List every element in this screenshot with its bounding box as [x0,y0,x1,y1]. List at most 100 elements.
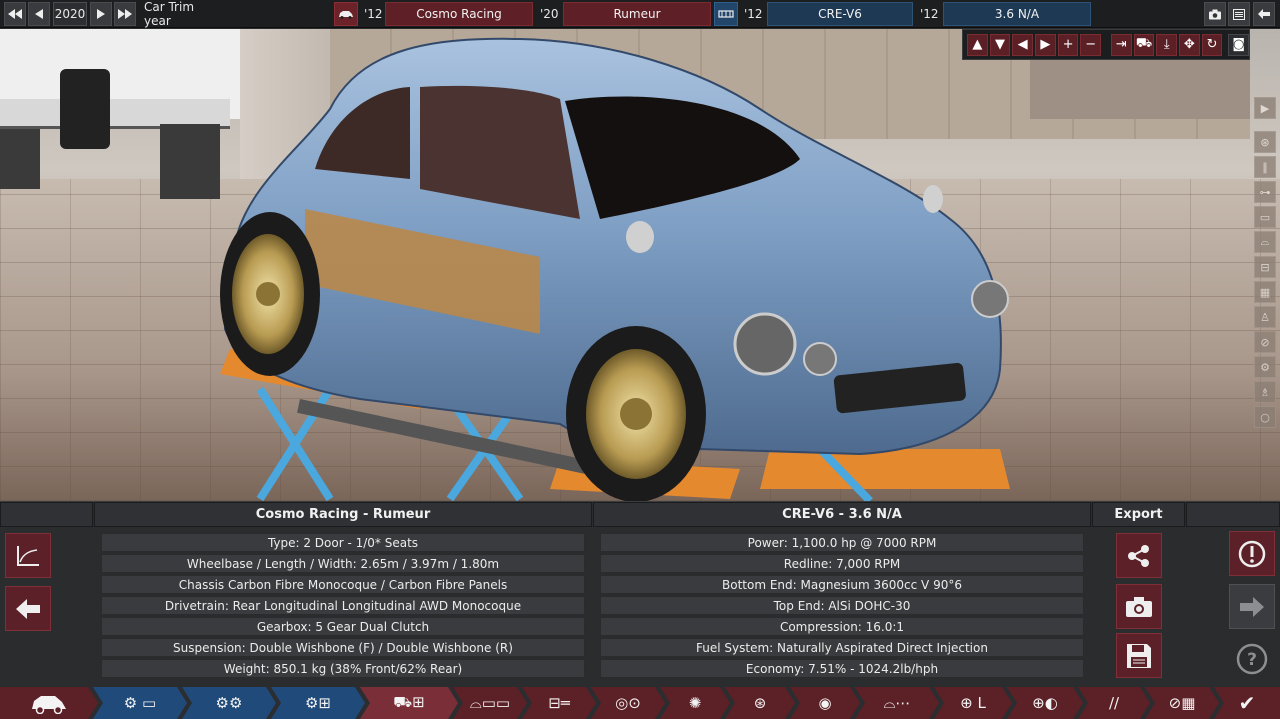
nav-engine-tune[interactable]: ⚙⊞ [271,687,365,719]
chassis-icon: ⊟═ [548,694,570,712]
no-entry-icon[interactable]: ⊘ [1254,331,1276,353]
nav-aero[interactable]: ⌓⋯ [855,687,939,719]
share-button[interactable] [1116,533,1162,578]
pistons-icon: ⚙⚙ [215,694,243,712]
trim-year: '20 [540,7,559,21]
car-icon[interactable] [334,2,358,26]
engine-spec-row: Fuel System: Naturally Aspirated Direct … [600,638,1084,657]
right-column-head [1186,502,1280,527]
arrow-left-icon[interactable]: ◀ [1012,33,1034,56]
top-bar: 2020 Car Trim year '12 Cosmo Racing '20 … [0,0,1280,28]
engine-block-icon[interactable]: ▦ [1254,281,1276,303]
nav-fixtures[interactable]: ◎⊙ [591,687,665,719]
car-spec-row: Wheelbase / Length / Width: 2.65m / 3.97… [101,554,585,573]
model-selector[interactable]: Rumeur [563,2,711,26]
nav-race[interactable]: ⊘▦ [1145,687,1219,719]
car-spec-row: Suspension: Double Wishbone (F) / Double… [101,638,585,657]
app-window: 2020 Car Trim year '12 Cosmo Racing '20 … [0,0,1280,719]
year-next-icon[interactable] [90,2,112,26]
car-view-icon[interactable]: ⛟ [1133,33,1155,56]
year-prev-icon[interactable] [28,2,50,26]
brake-disc-icon: ◉ [818,694,832,712]
skip-back-icon[interactable] [4,2,26,26]
reset-view-icon[interactable]: ↻ [1201,33,1223,56]
car-spec-row: Gearbox: 5 Gear Dual Clutch [101,617,585,636]
nav-interior[interactable]: ✺ [660,687,730,719]
skip-forward-icon[interactable] [114,2,136,26]
engine-variant-selector[interactable]: 3.6 N/A [943,2,1091,26]
engine-spec-row: Compression: 16.0:1 [600,617,1084,636]
frame-icon[interactable]: ⊟ [1254,256,1276,278]
svg-text:?: ? [1247,650,1257,670]
engine-icon[interactable] [714,2,738,26]
nav-suspension[interactable]: ∕∕ [1078,687,1150,719]
car-viewport[interactable] [0,29,1280,501]
gear-icon[interactable]: ⚙ [1254,356,1276,378]
brand-selector[interactable]: Cosmo Racing [385,2,533,26]
panel-icon[interactable]: ▭ [1254,206,1276,228]
menu-icon[interactable] [1228,2,1250,26]
nav-steering[interactable]: ⊕ L [934,687,1012,719]
engine-spec-row: Power: 1,100.0 hp @ 7000 RPM [600,533,1084,552]
nav-wheels[interactable]: ⊛ [725,687,795,719]
drop-down-icon[interactable]: ⤓ [1156,33,1178,56]
model-year: '12 [364,7,383,21]
save-button[interactable] [1116,633,1162,678]
zoom-in-icon[interactable]: + [1057,33,1079,56]
expand-icon[interactable]: ▶ [1254,97,1276,119]
share-icon [1128,544,1149,567]
zoom-out-icon[interactable]: − [1080,33,1102,56]
floppy-disk-icon [1127,643,1151,668]
year-value: 2020 [53,2,87,26]
arrow-right-icon [1240,596,1264,617]
rear-wheel [220,212,320,376]
arrow-right-icon[interactable]: ▶ [1035,33,1056,56]
side-toolbar: ▶ ⊛ ∥ ⊶ ▭ ⌓ ⊟ ▦ ♙ ⊘ ⚙ ♗ ○ [1250,96,1280,428]
body-icon[interactable]: ⌓ [1254,231,1276,253]
back-icon[interactable] [1253,2,1275,26]
seat-icon[interactable]: ♙ [1254,306,1276,328]
rotate-view-icon[interactable]: ✥ [1179,33,1200,56]
nav-car-model[interactable] [0,687,98,719]
engine-family-selector[interactable]: CRE-V6 [767,2,913,26]
nav-body[interactable]: ⌓▭▭ [453,687,527,719]
arrow-down-icon[interactable]: ▼ [989,33,1011,56]
wheel-icon: ⊛ [753,694,767,712]
design-stage-nav: ⚙ ▭ ⚙⚙ ⚙⊞ ⛟⊞ ⌓▭▭ ⊟═ ◎⊙ ✺ ⊛ ◉ ⌓⋯ ⊕ L ⊕◐ ∕… [0,687,1280,719]
photo-button[interactable] [1116,584,1162,629]
engine-family-year: '12 [744,7,763,21]
camera-toolbar: ▲ ▼ ◀ ▶ + − ⇥ ⛟ ⤓ ✥ ↻ ◙ [962,29,1250,60]
camera-icon [1126,596,1152,617]
test-wheels-icon: ⊕◐ [1032,694,1058,712]
align-right-icon[interactable]: ⇥ [1111,33,1132,56]
help-button[interactable]: ? [1229,636,1275,681]
nav-car-summary[interactable]: ⛟⊞ [360,687,458,719]
next-button[interactable] [1229,584,1275,629]
back-button[interactable] [5,586,51,631]
engine-files-icon: ⚙ ▭ [123,694,157,712]
person-icon[interactable]: ♗ [1254,381,1276,403]
wheel-icon[interactable]: ⊛ [1254,131,1276,153]
nav-chassis[interactable]: ⊟═ [522,687,596,719]
checkmark-icon: ✔ [1238,691,1256,715]
export-heading: Export [1092,502,1185,527]
steering-seat-icon: ⊕ L [960,694,986,712]
arrow-up-icon[interactable]: ▲ [967,33,988,56]
nav-finish[interactable]: ✔ [1214,687,1280,719]
nav-testing[interactable]: ⊕◐ [1007,687,1083,719]
sunburst-icon: ✺ [688,694,702,712]
engine-summary-heading: CRE-V6 - 3.6 N/A [593,502,1091,527]
car-summary-heading: Cosmo Racing - Rumeur [94,502,592,527]
screenshot-icon[interactable]: ◙ [1228,33,1250,56]
nav-engine-family[interactable]: ⚙ ▭ [93,687,187,719]
camera-icon[interactable] [1204,2,1226,26]
chart-button[interactable] [5,533,51,578]
nav-brakes[interactable]: ◉ [790,687,860,719]
spring-icon[interactable]: ∥ [1254,156,1276,178]
nav-engine-parts[interactable]: ⚙⚙ [182,687,276,719]
warning-button[interactable] [1229,531,1275,576]
car-spec-row: Drivetrain: Rear Longitudinal Longitudin… [101,596,585,615]
circle-icon[interactable]: ○ [1254,406,1276,428]
axle-icon[interactable]: ⊶ [1254,181,1276,203]
chart-icon [17,545,39,566]
